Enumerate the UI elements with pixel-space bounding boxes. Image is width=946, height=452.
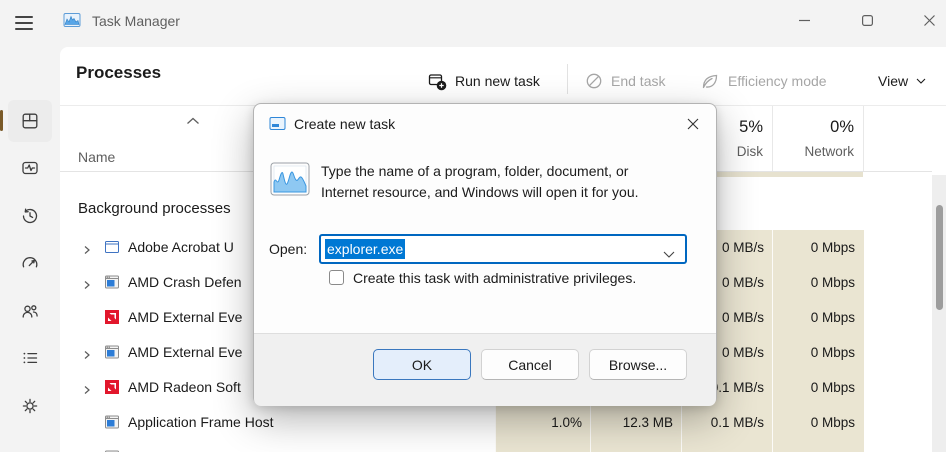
network-cell: 0 Mbps (772, 370, 864, 405)
table-row[interactable]: Application Frame Host 1.0% 12.3 MB 0.1 … (60, 405, 932, 440)
task-manager-chart-icon (270, 162, 310, 201)
selected-text[interactable]: explorer.exe (325, 239, 405, 259)
amd-icon (104, 309, 120, 330)
dialog-footer: OK Cancel Browse... (254, 333, 716, 406)
window-title: Task Manager (92, 13, 180, 29)
vertical-scrollbar[interactable] (932, 175, 946, 452)
menu-icon[interactable] (15, 12, 33, 34)
ok-button[interactable]: OK (373, 349, 471, 380)
sidebar-item-details[interactable] (8, 337, 52, 379)
efficiency-mode-label: Efficiency mode (728, 73, 827, 89)
app-icon (63, 11, 81, 34)
disk-cell: 0.1 MB/s (681, 440, 773, 452)
close-icon (924, 15, 935, 26)
network-percent: 0% (764, 118, 854, 137)
gear-icon (20, 396, 40, 416)
expand-chevron-icon[interactable] (82, 382, 92, 400)
disk-cell: 0.1 MB/s (681, 405, 773, 440)
performance-icon (20, 158, 40, 178)
end-task-button[interactable]: End task (585, 67, 665, 95)
maximize-icon (862, 15, 873, 26)
column-header-name[interactable]: Name (78, 149, 115, 165)
efficiency-mode-button[interactable]: Efficiency mode (700, 67, 827, 95)
browse-button[interactable]: Browse... (589, 349, 687, 380)
open-label: Open: (269, 241, 307, 257)
combobox-chevron-icon[interactable] (663, 245, 675, 263)
task-manager-window: Task Manager Processe (0, 0, 946, 452)
expand-chevron-icon[interactable] (82, 347, 92, 365)
close-button[interactable] (907, 6, 946, 34)
column-divider (772, 106, 773, 171)
process-name: AMD Crash Defen (128, 274, 242, 290)
network-cell: 0 Mbps (772, 405, 864, 440)
view-dropdown[interactable]: View (878, 67, 926, 95)
sidebar (0, 47, 60, 452)
app-window-icon (104, 344, 120, 365)
dialog-close-button[interactable] (678, 110, 708, 138)
dialog-title: Create new task (294, 116, 395, 132)
processes-icon (20, 111, 40, 131)
network-cell: 0 Mbps (772, 300, 864, 335)
sidebar-item-services[interactable] (8, 385, 52, 427)
app-window-icon (104, 274, 120, 295)
view-label: View (878, 73, 908, 89)
page-title: Processes (76, 63, 161, 83)
open-combobox[interactable]: explorer.exe (319, 234, 687, 264)
sort-ascending-icon (186, 112, 200, 130)
memory-cell: 12.3 MB (590, 405, 682, 440)
run-new-task-button[interactable]: Run new task (428, 67, 540, 95)
maximize-button[interactable] (845, 6, 889, 34)
group-header[interactable]: Background processes (78, 200, 231, 217)
network-cell: 0 Mb (772, 440, 864, 452)
sidebar-item-performance[interactable] (8, 147, 52, 189)
admin-privileges-label: Create this task with administrative pri… (353, 270, 636, 286)
cpu-cell: 1.0% (495, 405, 591, 440)
cancel-button[interactable]: Cancel (481, 349, 579, 380)
expand-chevron-icon[interactable] (82, 242, 92, 260)
process-name: AMD Radeon Soft (128, 379, 241, 395)
create-new-task-dialog: Create new task Type the name of a progr… (253, 103, 717, 405)
process-name: AMD External Eve (128, 344, 242, 360)
dialog-description: Type the name of a program, folder, docu… (321, 161, 639, 203)
network-cell: 0 Mbps (772, 230, 864, 265)
admin-privileges-checkbox[interactable] (329, 270, 344, 285)
chevron-down-icon (916, 78, 926, 84)
network-cell: 0 Mbps (772, 335, 864, 370)
users-icon (20, 301, 40, 321)
scrollbar-thumb[interactable] (936, 205, 943, 310)
dialog-window-icon (269, 116, 286, 136)
leaf-icon (700, 72, 720, 90)
minimize-button[interactable] (782, 6, 826, 34)
sidebar-item-startup-apps[interactable] (8, 242, 52, 284)
selected-accent-pill (0, 110, 3, 131)
column-header-network[interactable]: 0% Network (764, 118, 854, 159)
close-icon (687, 118, 699, 130)
window-icon (104, 239, 120, 260)
process-name: Application Frame Host (128, 414, 274, 430)
expand-chevron-icon[interactable] (82, 277, 92, 295)
network-cell: 0 Mbps (772, 265, 864, 300)
history-icon (20, 206, 40, 226)
end-task-label: End task (611, 73, 665, 89)
table-row-partial[interactable]: Avid Update U 0% 10.3 MB 0.1 MB/s 0 Mb (60, 440, 932, 452)
description-line-1: Type the name of a program, folder, docu… (321, 161, 639, 182)
toolbar-divider (567, 64, 568, 94)
amd-icon (104, 379, 120, 400)
process-name: AMD External Eve (128, 309, 242, 325)
process-name: Adobe Acrobat U (128, 239, 234, 255)
sidebar-item-processes[interactable] (8, 100, 52, 142)
sidebar-item-app-history[interactable] (8, 195, 52, 237)
run-new-task-icon (428, 72, 447, 91)
sidebar-item-users[interactable] (8, 290, 52, 332)
network-label: Network (764, 144, 854, 159)
run-new-task-label: Run new task (455, 73, 540, 89)
description-line-2: Internet resource, and Windows will open… (321, 182, 639, 203)
gauge-icon (20, 253, 40, 273)
minimize-icon (799, 15, 810, 26)
app-window-icon (104, 414, 120, 435)
end-task-icon (585, 72, 603, 90)
column-divider (863, 106, 864, 171)
list-icon (20, 348, 40, 368)
